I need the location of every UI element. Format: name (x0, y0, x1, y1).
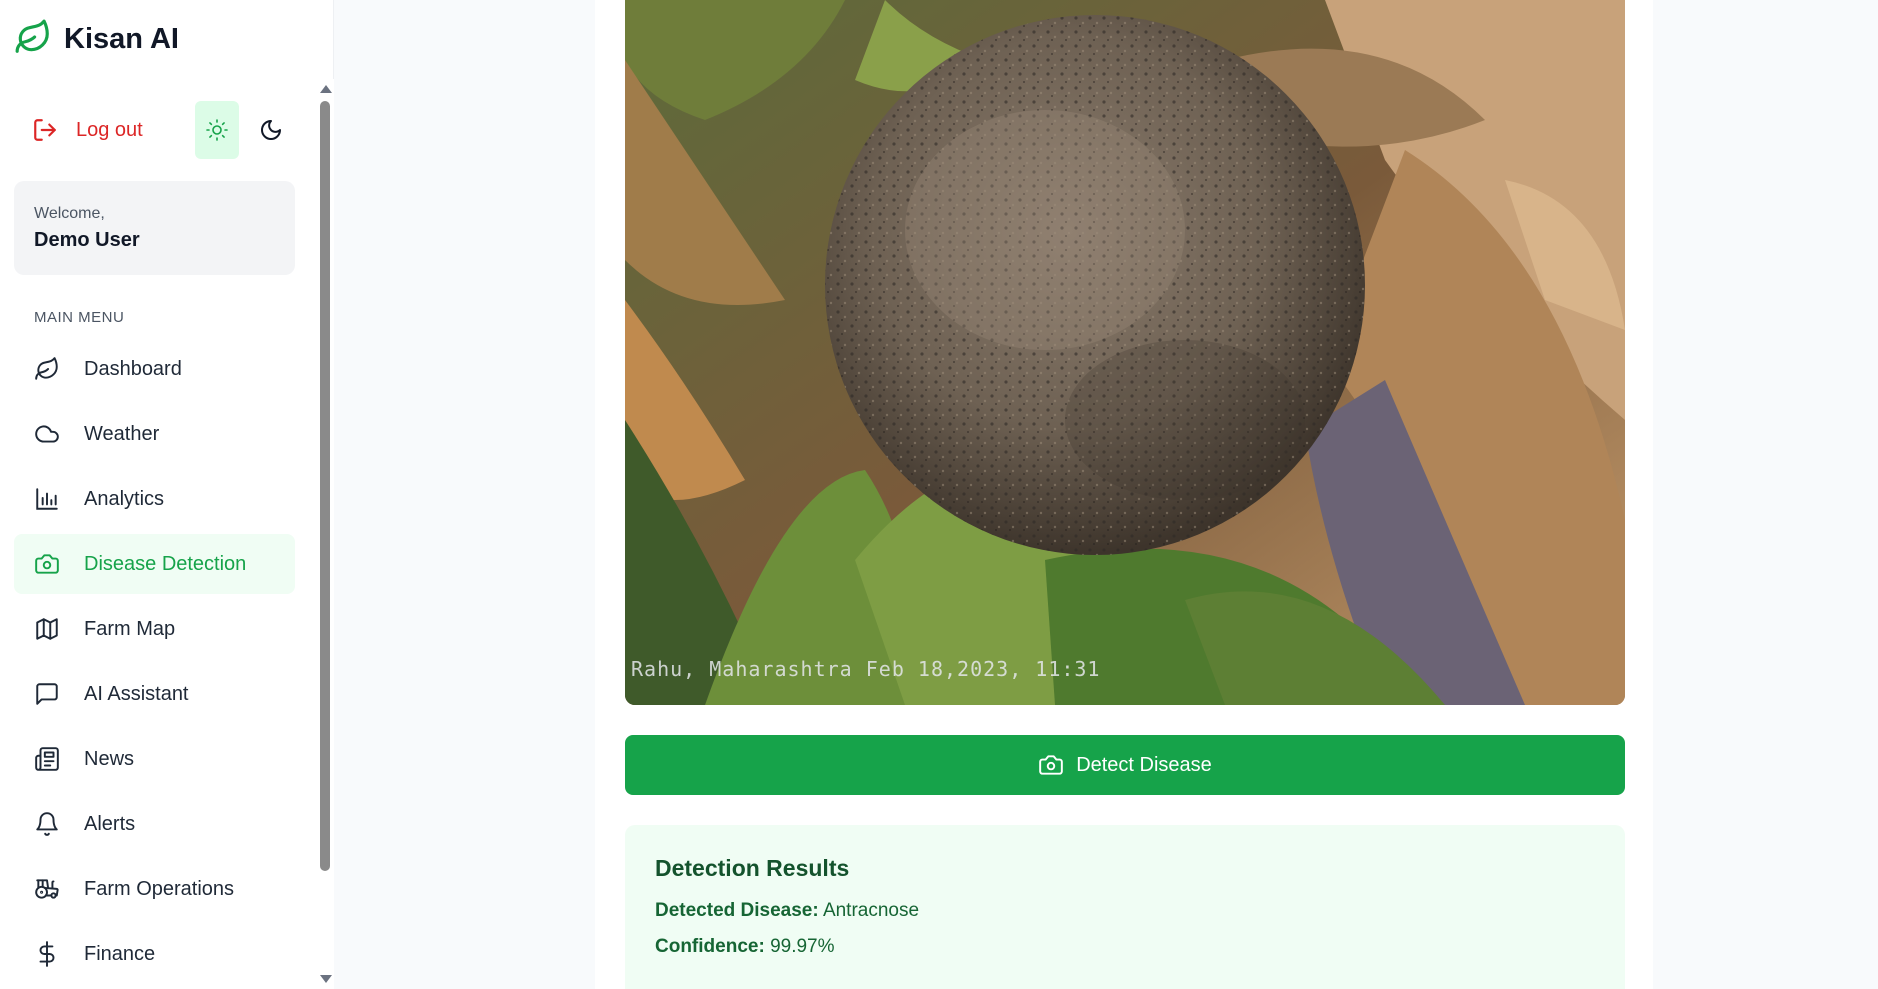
sidebar-item-weather[interactable]: Weather (14, 404, 295, 464)
sidebar-item-label: News (84, 747, 135, 770)
map-icon (36, 618, 58, 640)
sidebar-topbar: Log out (0, 79, 316, 181)
brand[interactable]: Kisan AI (0, 0, 333, 79)
dark-mode-button[interactable] (249, 101, 293, 159)
sidebar-item-label: AI Assistant (84, 682, 189, 705)
scroll-up-arrow-icon[interactable] (320, 85, 332, 93)
sidebar-item-disease-detection[interactable]: Disease Detection (14, 534, 295, 594)
app-name: Kisan AI (64, 23, 179, 55)
sidebar: Kisan AI Log out Welcome, Demo User MAIN… (0, 0, 334, 989)
crop-photo-illustration (625, 0, 1625, 705)
sidebar-item-label: Alerts (84, 812, 136, 835)
logout-label: Log out (76, 118, 143, 141)
disease-detection-card: Rahu, Maharashtra Feb 18,2023, 11:31 Det… (595, 0, 1653, 989)
detect-disease-label: Detect Disease (1076, 753, 1212, 776)
detect-disease-button[interactable]: Detect Disease (625, 735, 1625, 795)
sidebar-item-label: Farm Operations (84, 877, 235, 900)
welcome-card: Welcome, Demo User (14, 181, 295, 275)
scroll-down-arrow-icon[interactable] (320, 975, 332, 983)
sidebar-item-analytics[interactable]: Analytics (14, 469, 295, 529)
sidebar-item-farm-map[interactable]: Farm Map (14, 599, 295, 659)
uploaded-crop-image: Rahu, Maharashtra Feb 18,2023, 11:31 (625, 0, 1625, 705)
sidebar-item-ai-assistant[interactable]: AI Assistant (14, 664, 295, 724)
detected-disease-row: Detected Disease: Antracnose (655, 900, 1595, 922)
photo-timestamp-caption: Rahu, Maharashtra Feb 18,2023, 11:31 (631, 657, 1101, 681)
moon-icon (261, 120, 281, 140)
sidebar-item-news[interactable]: News (14, 729, 295, 789)
sidebar-item-finance[interactable]: Finance (14, 924, 295, 984)
user-name: Demo User (34, 229, 140, 251)
detected-disease-value: Antracnose (822, 900, 920, 921)
sidebar-item-label: Finance (84, 942, 156, 965)
sidebar-item-dashboard[interactable]: Dashboard (14, 339, 295, 399)
tractor-icon (35, 879, 59, 899)
sidebar-content: Log out Welcome, Demo User MAIN MENU Das… (0, 79, 316, 989)
sidebar-item-label: Farm Map (84, 617, 176, 640)
scrollbar-thumb[interactable] (320, 101, 330, 871)
confidence-value: 99.97% (770, 936, 835, 957)
sidebar-item-alerts[interactable]: Alerts (14, 794, 295, 854)
camera-icon (35, 554, 59, 574)
confidence-row: Confidence: 99.97% (655, 936, 1595, 958)
main-menu: Dashboard Weather Analytics Disease Dete… (0, 339, 316, 984)
main-content: Rahu, Maharashtra Feb 18,2023, 11:31 Det… (354, 0, 1878, 989)
welcome-text: Welcome, (34, 205, 105, 222)
detection-results-panel: Detection Results Detected Disease: Antr… (625, 825, 1625, 989)
sidebar-item-farm-operations[interactable]: Farm Operations (14, 859, 295, 919)
sidebar-scrollbar[interactable] (316, 79, 334, 989)
sun-icon (206, 119, 228, 141)
bell-icon (36, 812, 58, 836)
bar-chart-icon (36, 488, 58, 510)
leaf-logo-icon (14, 18, 52, 61)
camera-icon (1039, 755, 1063, 775)
leaf-icon (35, 357, 58, 380)
cloud-icon (35, 425, 59, 443)
sidebar-item-label: Disease Detection (84, 552, 247, 575)
confidence-label: Confidence: (655, 936, 765, 957)
detected-disease-label: Detected Disease: (655, 900, 819, 921)
menu-heading: MAIN MENU (34, 309, 125, 326)
sidebar-item-label: Dashboard (84, 357, 182, 380)
logout-icon (34, 119, 56, 141)
logout-button[interactable]: Log out (20, 105, 195, 155)
chat-icon (36, 683, 58, 705)
light-mode-button[interactable] (195, 101, 239, 159)
sidebar-item-label: Weather (84, 422, 160, 445)
dollar-icon (39, 941, 55, 967)
sidebar-item-label: Analytics (84, 487, 165, 510)
results-title: Detection Results (655, 855, 850, 881)
newspaper-icon (35, 747, 59, 771)
